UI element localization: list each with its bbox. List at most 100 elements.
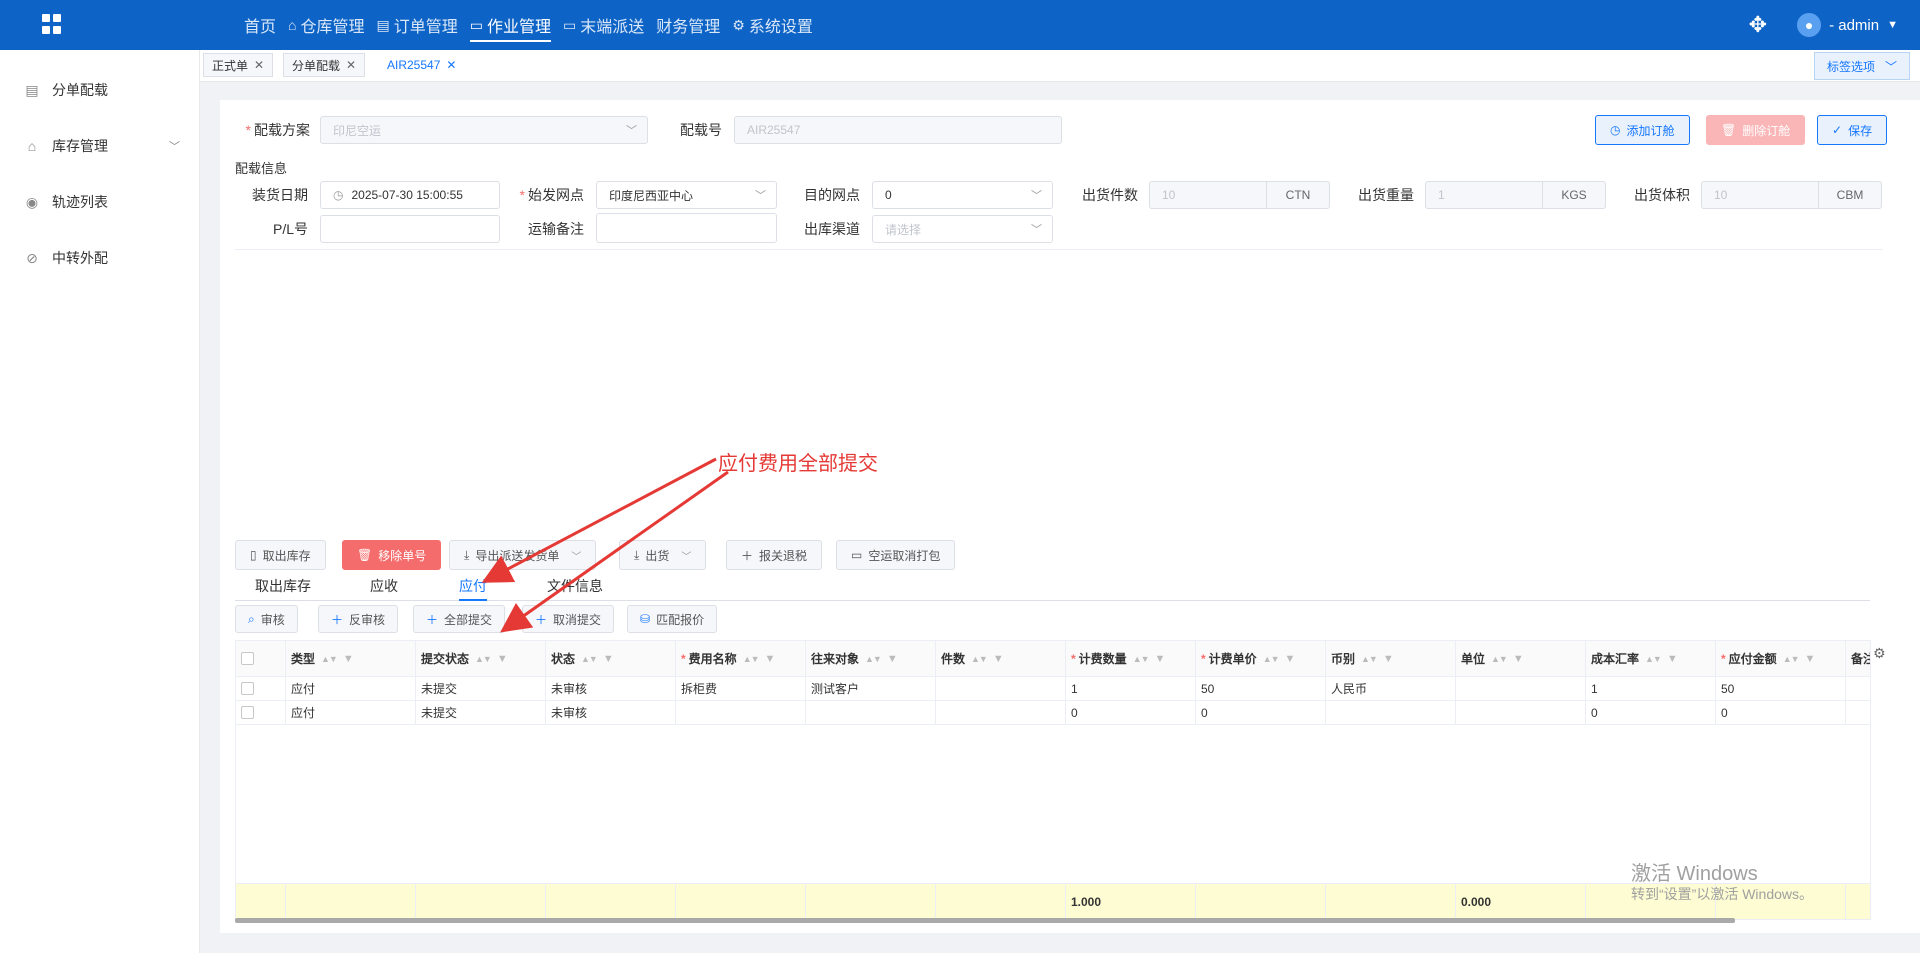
qty-input[interactable]: 10 — [1149, 181, 1267, 209]
filter-icon[interactable]: ▼ — [993, 653, 1004, 665]
column-header[interactable]: 状态 ▲▼ ▼ — [546, 641, 676, 676]
checkbox-cell[interactable] — [236, 641, 286, 676]
column-header[interactable]: * 费用名称 ▲▼ ▼ — [676, 641, 806, 676]
topnav-item[interactable]: ▤ 订单管理 — [377, 0, 458, 50]
sidebar-item-split-load[interactable]: ▤ 分单配载 — [24, 80, 180, 100]
cancel-pack-button[interactable]: ▭ 空运取消打包 — [836, 540, 956, 570]
filter-icon[interactable]: ▼ — [1513, 653, 1524, 665]
sidebar-item-stock[interactable]: ⌂ 库存管理 ﹀ — [24, 136, 180, 156]
close-icon[interactable]: ✕ — [346, 58, 356, 72]
sort-icon[interactable]: ▲▼ — [1783, 654, 1800, 664]
pl-input[interactable] — [320, 215, 500, 243]
sort-icon[interactable]: ▲▼ — [971, 654, 988, 664]
row-checkbox[interactable] — [241, 682, 254, 695]
submit-all-button[interactable]: ＋ 全部提交 — [413, 605, 506, 633]
filter-icon[interactable]: ▼ — [343, 653, 354, 665]
filter-icon[interactable]: ▼ — [1667, 653, 1678, 665]
filter-icon[interactable]: ▼ — [1155, 653, 1166, 665]
sort-icon[interactable]: ▲▼ — [1133, 654, 1150, 664]
filter-icon[interactable]: ▼ — [1805, 653, 1816, 665]
sort-icon[interactable]: ▲▼ — [743, 654, 760, 664]
column-header[interactable]: 备注 — [1846, 641, 1870, 676]
column-header[interactable]: * 计费单价 ▲▼ ▼ — [1196, 641, 1326, 676]
channel-select[interactable]: 请选择 ﹀ — [872, 215, 1053, 243]
checkbox-cell[interactable] — [236, 677, 286, 700]
topnav-item[interactable]: ▭ 末端派送 — [563, 0, 644, 50]
sort-icon[interactable]: ▲▼ — [1645, 654, 1662, 664]
sort-icon[interactable]: ▲▼ — [1491, 654, 1508, 664]
section-title: 配载信息 — [235, 161, 288, 176]
volume-input[interactable]: 10 — [1701, 181, 1819, 209]
match-quote-button[interactable]: ⛁ 匹配报价 — [627, 605, 718, 633]
save-button[interactable]: ✓ 保存 — [1817, 115, 1888, 145]
column-header[interactable]: 提交状态 ▲▼ ▼ — [416, 641, 546, 676]
table-row[interactable]: 应付 未提交 未审核 0 0 0 0 — [236, 701, 1870, 725]
sort-icon[interactable]: ▲▼ — [865, 654, 882, 664]
column-header[interactable]: * 应付金额 ▲▼ ▼ — [1716, 641, 1846, 676]
user-menu[interactable]: ● - admin ▼ — [1797, 13, 1898, 37]
add-order-button[interactable]: ◷ 添加订舱 — [1595, 115, 1690, 145]
column-header[interactable]: 币别 ▲▼ ▼ — [1326, 641, 1456, 676]
filter-icon[interactable]: ▼ — [497, 653, 508, 665]
tab-air25547[interactable]: AIR25547 ✕ — [378, 53, 466, 77]
column-header[interactable]: 件数 ▲▼ ▼ — [936, 641, 1066, 676]
filter-icon[interactable]: ▼ — [887, 653, 898, 665]
close-icon[interactable]: ✕ — [446, 58, 456, 72]
remark-textarea[interactable] — [596, 213, 777, 243]
tab-payable[interactable]: 应付 — [459, 576, 487, 601]
column-header[interactable]: 单位 ▲▼ ▼ — [1456, 641, 1586, 676]
column-header[interactable]: 类型 ▲▼ ▼ — [286, 641, 416, 676]
unaudit-button[interactable]: ＋ 反审核 — [318, 605, 399, 633]
origin-select[interactable]: 印度尼西亚中心 ﹀ — [596, 181, 777, 209]
load-date-input[interactable]: ◷ 2025-07-30 15:00:55 — [320, 181, 500, 209]
no-input[interactable]: AIR25547 — [734, 116, 1062, 144]
cancel-stock-button[interactable]: ▯ 取出库存 — [235, 540, 326, 570]
sidebar-item-transfer[interactable]: ⊘ 中转外配 — [24, 248, 180, 268]
gear-icon[interactable]: ⚙ — [1873, 645, 1886, 662]
tab-file-info[interactable]: 文件信息 — [547, 576, 603, 601]
filter-icon[interactable]: ▼ — [1383, 653, 1394, 665]
tab-cancel-stock[interactable]: 取出库存 — [255, 576, 311, 601]
cancel-submit-button[interactable]: ＋ 取消提交 — [522, 605, 615, 633]
column-header[interactable]: 往来对象 ▲▼ ▼ — [806, 641, 936, 676]
audit-button[interactable]: ⌕ 审核 — [235, 605, 298, 633]
filter-icon[interactable]: ▼ — [603, 653, 614, 665]
close-icon[interactable]: ✕ — [254, 58, 264, 72]
topnav-item[interactable]: ⚙ 系统设置 — [732, 0, 813, 50]
weight-input[interactable]: 1 — [1425, 181, 1543, 209]
row-checkbox[interactable] — [241, 706, 254, 719]
sort-icon[interactable]: ▲▼ — [1361, 654, 1378, 664]
tab-options-button[interactable]: 标签选项 ﹀ — [1813, 52, 1910, 80]
column-header[interactable]: 成本汇率 ▲▼ ▼ — [1586, 641, 1716, 676]
sort-icon[interactable]: ▲▼ — [581, 654, 598, 664]
sidebar-item-tracks[interactable]: ◉ 轨迹列表 — [24, 192, 180, 212]
row-checkbox[interactable] — [241, 652, 254, 665]
column-header[interactable]: * 计费数量 ▲▼ ▼ — [1066, 641, 1196, 676]
export-button[interactable]: ⤓ 导出派送发货单 ﹀ — [449, 540, 597, 570]
topnav-item[interactable]: ▭ 作业管理 — [469, 0, 552, 50]
move-icon[interactable]: ✥ — [1749, 12, 1767, 38]
remove-no-button[interactable]: 🗑 移除单号 — [342, 540, 442, 570]
plan-select[interactable]: 印尼空运 ﹀ — [320, 116, 648, 144]
tab-formal-order[interactable]: 正式单 ✕ — [203, 53, 274, 77]
sort-icon[interactable]: ▲▼ — [475, 654, 492, 664]
dest-select[interactable]: 0 ﹀ — [872, 181, 1053, 209]
topnav-item[interactable]: 首页 — [244, 0, 276, 50]
sum-cell: 0.000 — [1456, 884, 1586, 919]
filter-icon[interactable]: ▼ — [765, 653, 776, 665]
filter-icon[interactable]: ▼ — [1285, 653, 1296, 665]
delete-order-button[interactable]: 🗑 删除订舱 — [1706, 115, 1806, 145]
tab-split-load[interactable]: 分单配载 ✕ — [283, 53, 366, 77]
app-grid-icon[interactable] — [42, 14, 62, 34]
horizontal-scrollbar[interactable] — [235, 918, 1735, 923]
tab-receivable[interactable]: 应收 — [370, 576, 398, 601]
customs-refund-button[interactable]: ＋ 报关退税 — [726, 540, 823, 570]
table-row[interactable]: 应付 未提交 未审核 拆柜费 测试客户 1 50 人民币 1 50 — [236, 677, 1870, 701]
sort-icon[interactable]: ▲▼ — [1263, 654, 1280, 664]
table-cell — [1846, 677, 1870, 700]
checkbox-cell[interactable] — [236, 701, 286, 724]
ship-button[interactable]: ⤓ 出货 ﹀ — [619, 540, 707, 570]
topnav-item[interactable]: 财务管理 — [656, 0, 720, 50]
topnav-item[interactable]: ⌂ 仓库管理 — [288, 0, 364, 50]
sort-icon[interactable]: ▲▼ — [321, 654, 338, 664]
